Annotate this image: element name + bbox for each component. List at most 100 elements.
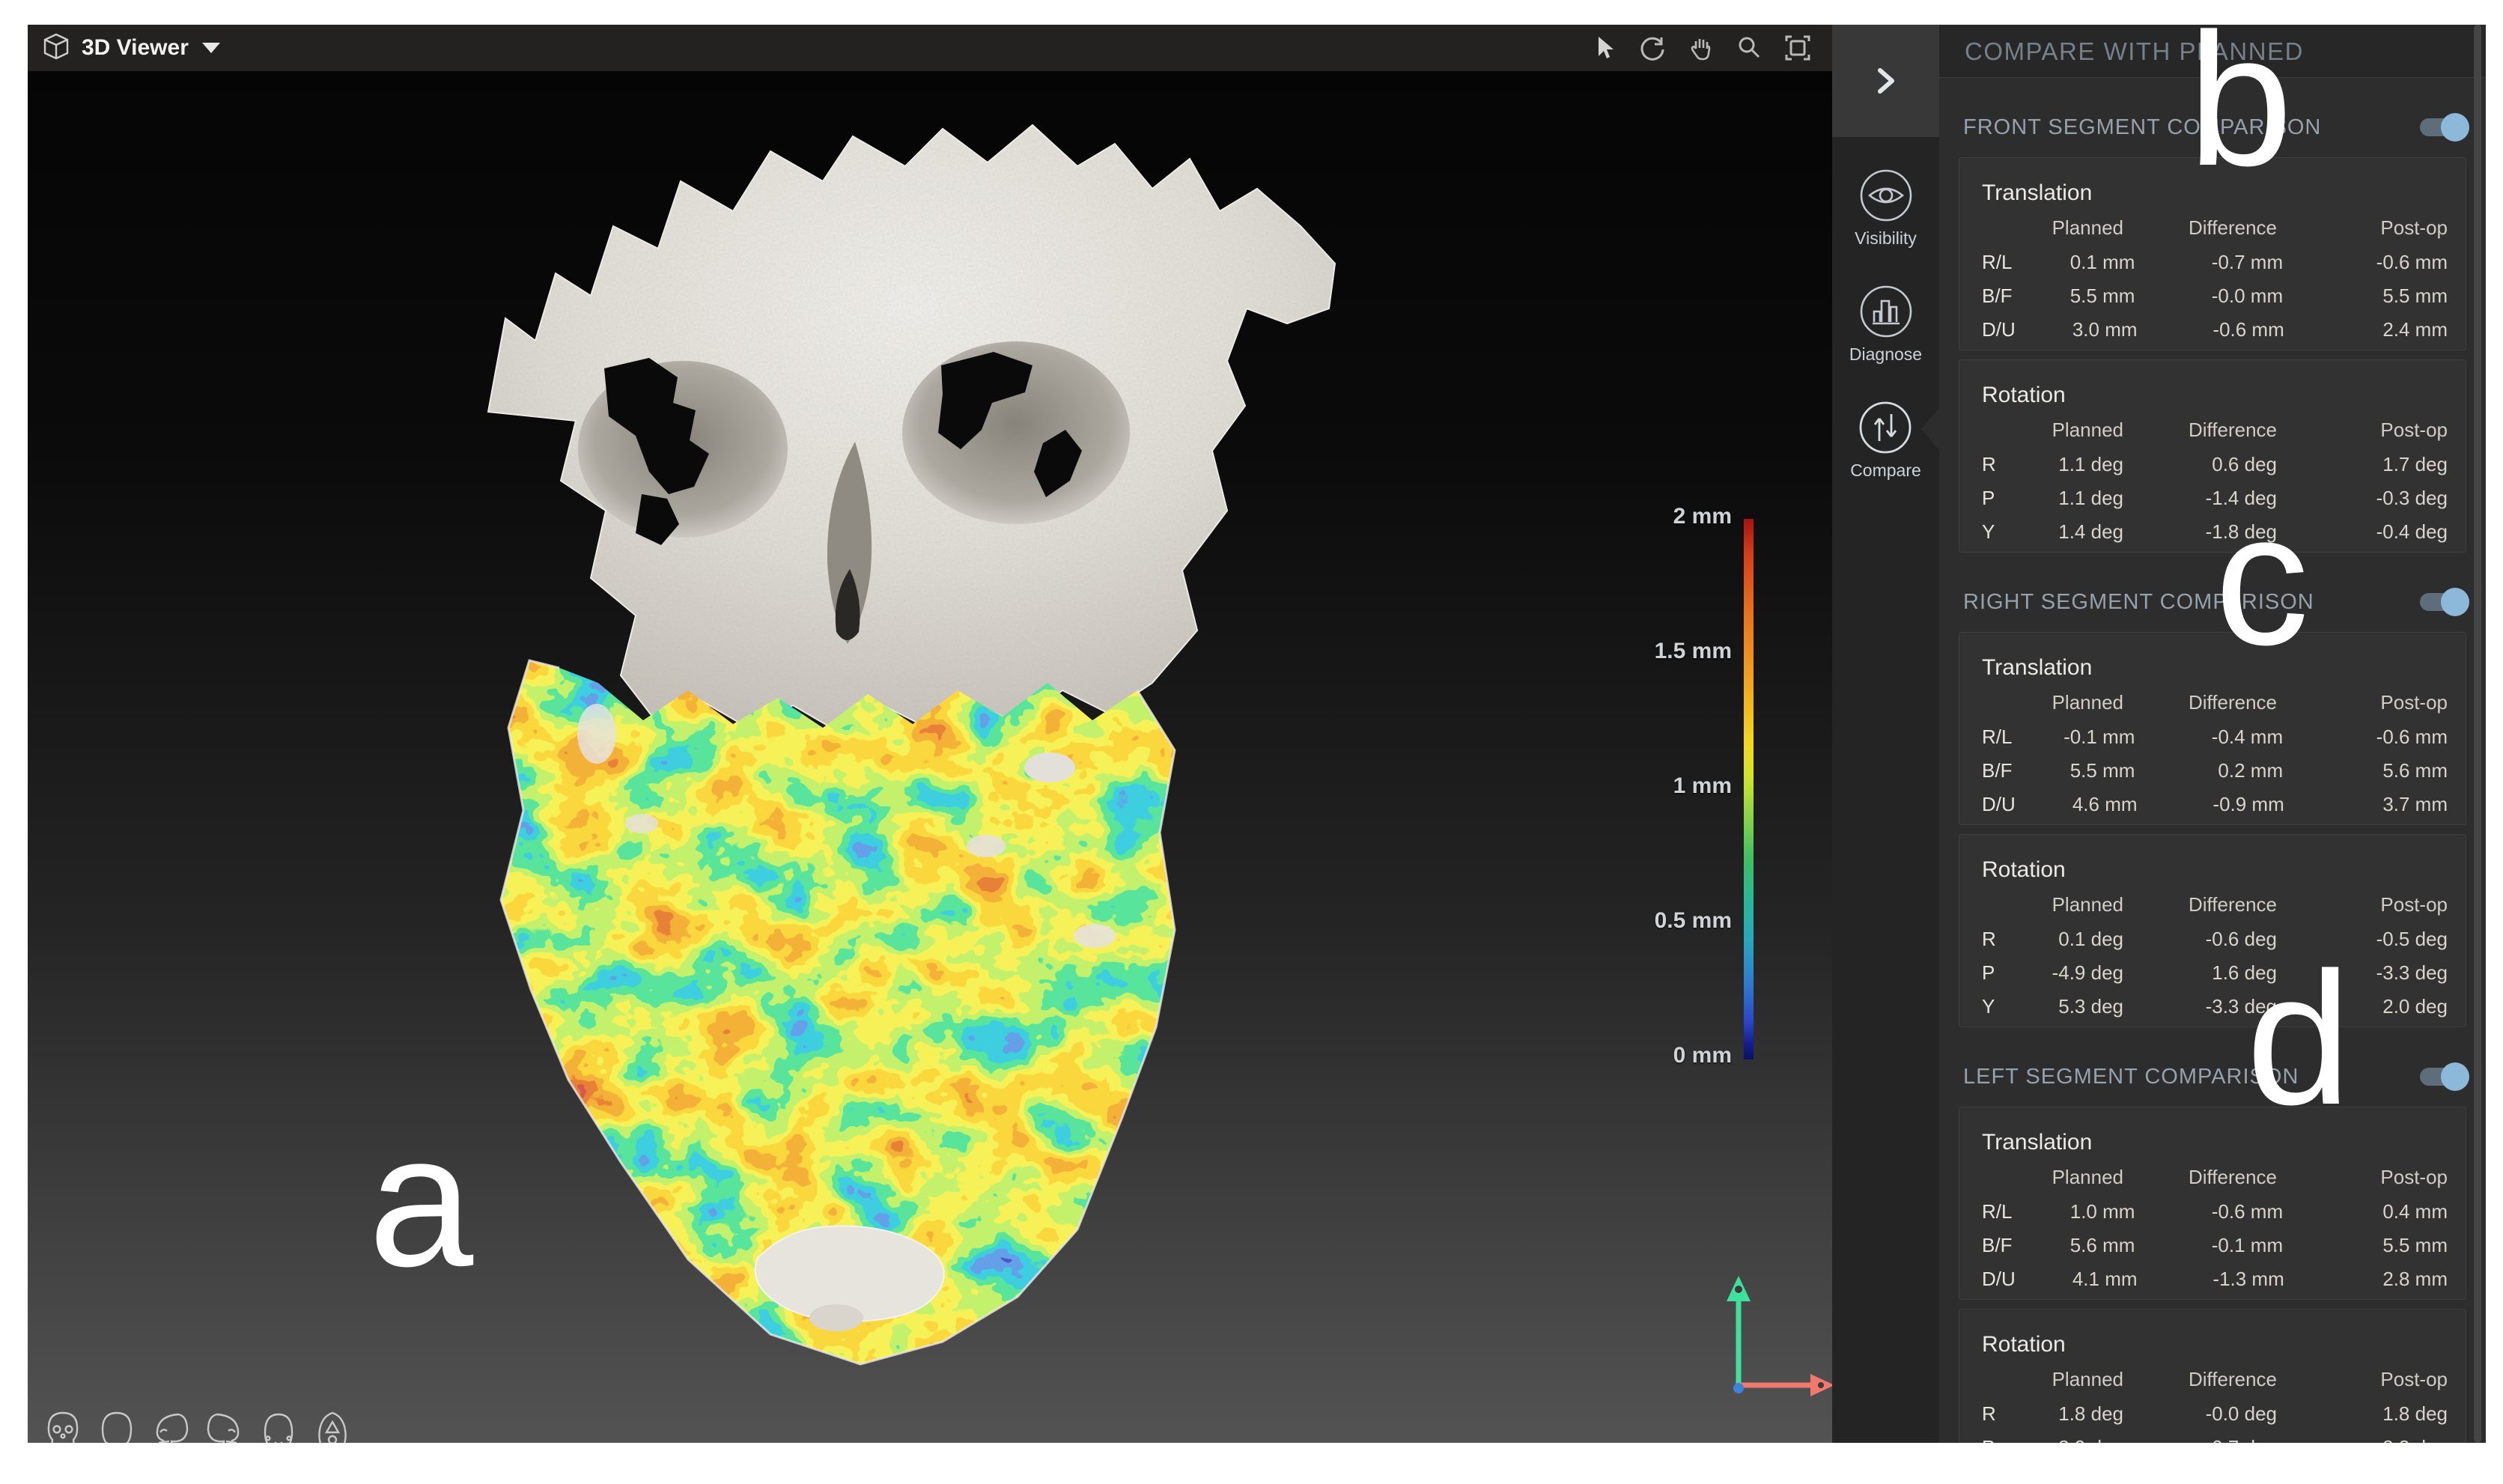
planned-value: 0.1 mm [2012,251,2135,274]
right-profile-view-icon[interactable] [149,1410,192,1443]
postop-value: 5.5 mm [2283,285,2449,308]
difference-value: -0.7 mm [2135,251,2283,274]
panel-collapse-button[interactable] [1832,25,1939,137]
table-row: R/L 1.0 mm -0.6 mm 0.4 mm [1982,1195,2449,1229]
sidebar-item-diagnose[interactable]: Diagnose [1849,282,1922,365]
annotation-letter-d: d [2246,945,2351,1134]
cube-3d-icon [41,31,71,65]
row-label: D/U [1982,793,2016,816]
row-label: R [1982,453,1996,476]
segment-visibility-toggle[interactable] [2420,1068,2465,1086]
annotation-letter-b: b [2188,6,2293,195]
sidebar-item-visibility[interactable]: Visibility [1855,165,1917,249]
difference-value: 0.6 deg [2123,453,2277,476]
postop-value: 3.7 mm [2284,793,2449,816]
chevron-down-icon [202,43,220,53]
postop-value: 5.5 mm [2283,1234,2449,1257]
viewer-titlebar: 3D Viewer [28,25,1832,71]
card-title: Rotation [1982,857,2449,883]
column-header-postop: Post-op [2277,1368,2449,1391]
comparison-card: Rotation Planned Difference Post-op R 0.… [1959,834,2466,1027]
planned-value: 1.4 deg [1996,520,2123,544]
column-header-difference: Difference [2123,691,2277,714]
table-header-row: Planned Difference Post-op [1982,1166,2449,1189]
table-row: P -4.9 deg 1.6 deg -3.3 deg [1982,956,2449,990]
left-profile-view-icon[interactable] [203,1410,246,1443]
table-row: R 0.1 deg -0.6 deg -0.5 deg [1982,922,2449,956]
planned-value: 0.1 deg [1996,928,2123,951]
column-header-postop: Post-op [2277,893,2449,916]
row-label: D/U [1982,318,2016,341]
column-header-postop: Post-op [2277,216,2449,240]
postop-value: 2.8 mm [2284,1268,2449,1291]
segment-visibility-toggle[interactable] [2420,118,2465,136]
planned-value: 4.6 mm [2016,793,2138,816]
front-view-icon[interactable] [41,1410,85,1443]
row-label: B/F [1982,759,2012,782]
planned-value: 5.5 mm [2012,759,2135,782]
row-label: D/U [1982,1268,2016,1291]
planned-value: 1.1 deg [1996,453,2123,476]
zoom-magnifier-icon[interactable] [1735,34,1763,62]
column-header-postop: Post-op [2277,691,2449,714]
toggle-knob [2441,588,2469,616]
postop-value: 3.3 deg [2277,1436,2449,1443]
table-row: R/L 0.1 mm -0.7 mm -0.6 mm [1982,246,2449,279]
column-header-planned: Planned [1996,1166,2123,1189]
table-row: B/F 5.6 mm -0.1 mm 5.5 mm [1982,1229,2449,1262]
column-header-planned: Planned [1996,419,2123,442]
chevron-right-icon [1871,63,1901,99]
table-row: D/U 3.0 mm -0.6 mm 2.4 mm [1982,313,2449,347]
planned-value: 3.9 deg [1996,1436,2123,1443]
eye-icon [1856,165,1916,225]
table-row: Y 5.3 deg -3.3 deg 2.0 deg [1982,990,2449,1024]
planned-value: 5.5 mm [2012,285,2135,308]
tool-sidebar: Visibility Diagnose Compare [1832,25,1939,1443]
comparison-segment: LEFT SEGMENT COMPARISON Translation Plan… [1939,1057,2486,1443]
table-header-row: Planned Difference Post-op [1982,893,2449,916]
segment-header: LEFT SEGMENT COMPARISON [1963,1057,2465,1096]
chart-icon [1856,282,1916,341]
rotate-view-icon[interactable] [1637,33,1667,63]
planned-value: 3.0 mm [2016,318,2138,341]
viewer-mode-dropdown[interactable]: 3D Viewer [41,31,220,65]
figure-stage: 3D Viewer [0,0,2503,1484]
viewer-toolbar [1590,33,1813,63]
viewer-title: 3D Viewer [82,35,189,61]
row-label: R [1982,1402,1996,1426]
colorbar-tick-label: 2 mm [1597,504,1732,529]
row-label: B/F [1982,1234,2012,1257]
panel-scrollbar[interactable] [2474,25,2481,1443]
column-header-difference: Difference [2123,216,2277,240]
planned-value: -4.9 deg [1996,961,2123,985]
planned-value: 5.6 mm [2012,1234,2135,1257]
distance-colorbar [1744,519,1754,1059]
render-canvas[interactable]: 2 mm1.5 mm1 mm0.5 mm0 mm [28,71,1832,1443]
row-label: Y [1982,520,1996,544]
column-header-postop: Post-op [2277,419,2449,442]
difference-value: -0.0 mm [2135,285,2283,308]
difference-value: -0.6 mm [2138,318,2284,341]
fit-view-icon[interactable] [1783,33,1813,63]
row-label: R/L [1982,726,2012,749]
select-cursor-icon[interactable] [1590,34,1618,62]
postop-value: -0.6 mm [2283,726,2449,749]
difference-value: -0.0 deg [2123,1402,2277,1426]
column-header-difference: Difference [2123,1368,2277,1391]
superior-view-icon[interactable] [311,1410,354,1443]
pan-hand-icon[interactable] [1687,34,1715,62]
table-header-row: Planned Difference Post-op [1982,419,2449,442]
sidebar-item-compare[interactable]: Compare [1850,398,1921,481]
back-view-icon[interactable] [95,1410,139,1443]
annotation-letter-a: a [368,1107,473,1295]
inferior-view-icon[interactable] [257,1410,300,1443]
annotation-letter-c: c [2215,485,2309,674]
segment-visibility-toggle[interactable] [2420,593,2465,611]
row-label: R [1982,928,1996,951]
postop-value: 1.7 deg [2277,453,2449,476]
colorbar-tick-label: 0.5 mm [1597,908,1732,934]
difference-value: -1.3 mm [2138,1268,2284,1291]
table-row: R/L -0.1 mm -0.4 mm -0.6 mm [1982,720,2449,754]
column-header-difference: Difference [2123,893,2277,916]
table-row: P 3.9 deg -0.7 deg 3.3 deg [1982,1431,2449,1443]
